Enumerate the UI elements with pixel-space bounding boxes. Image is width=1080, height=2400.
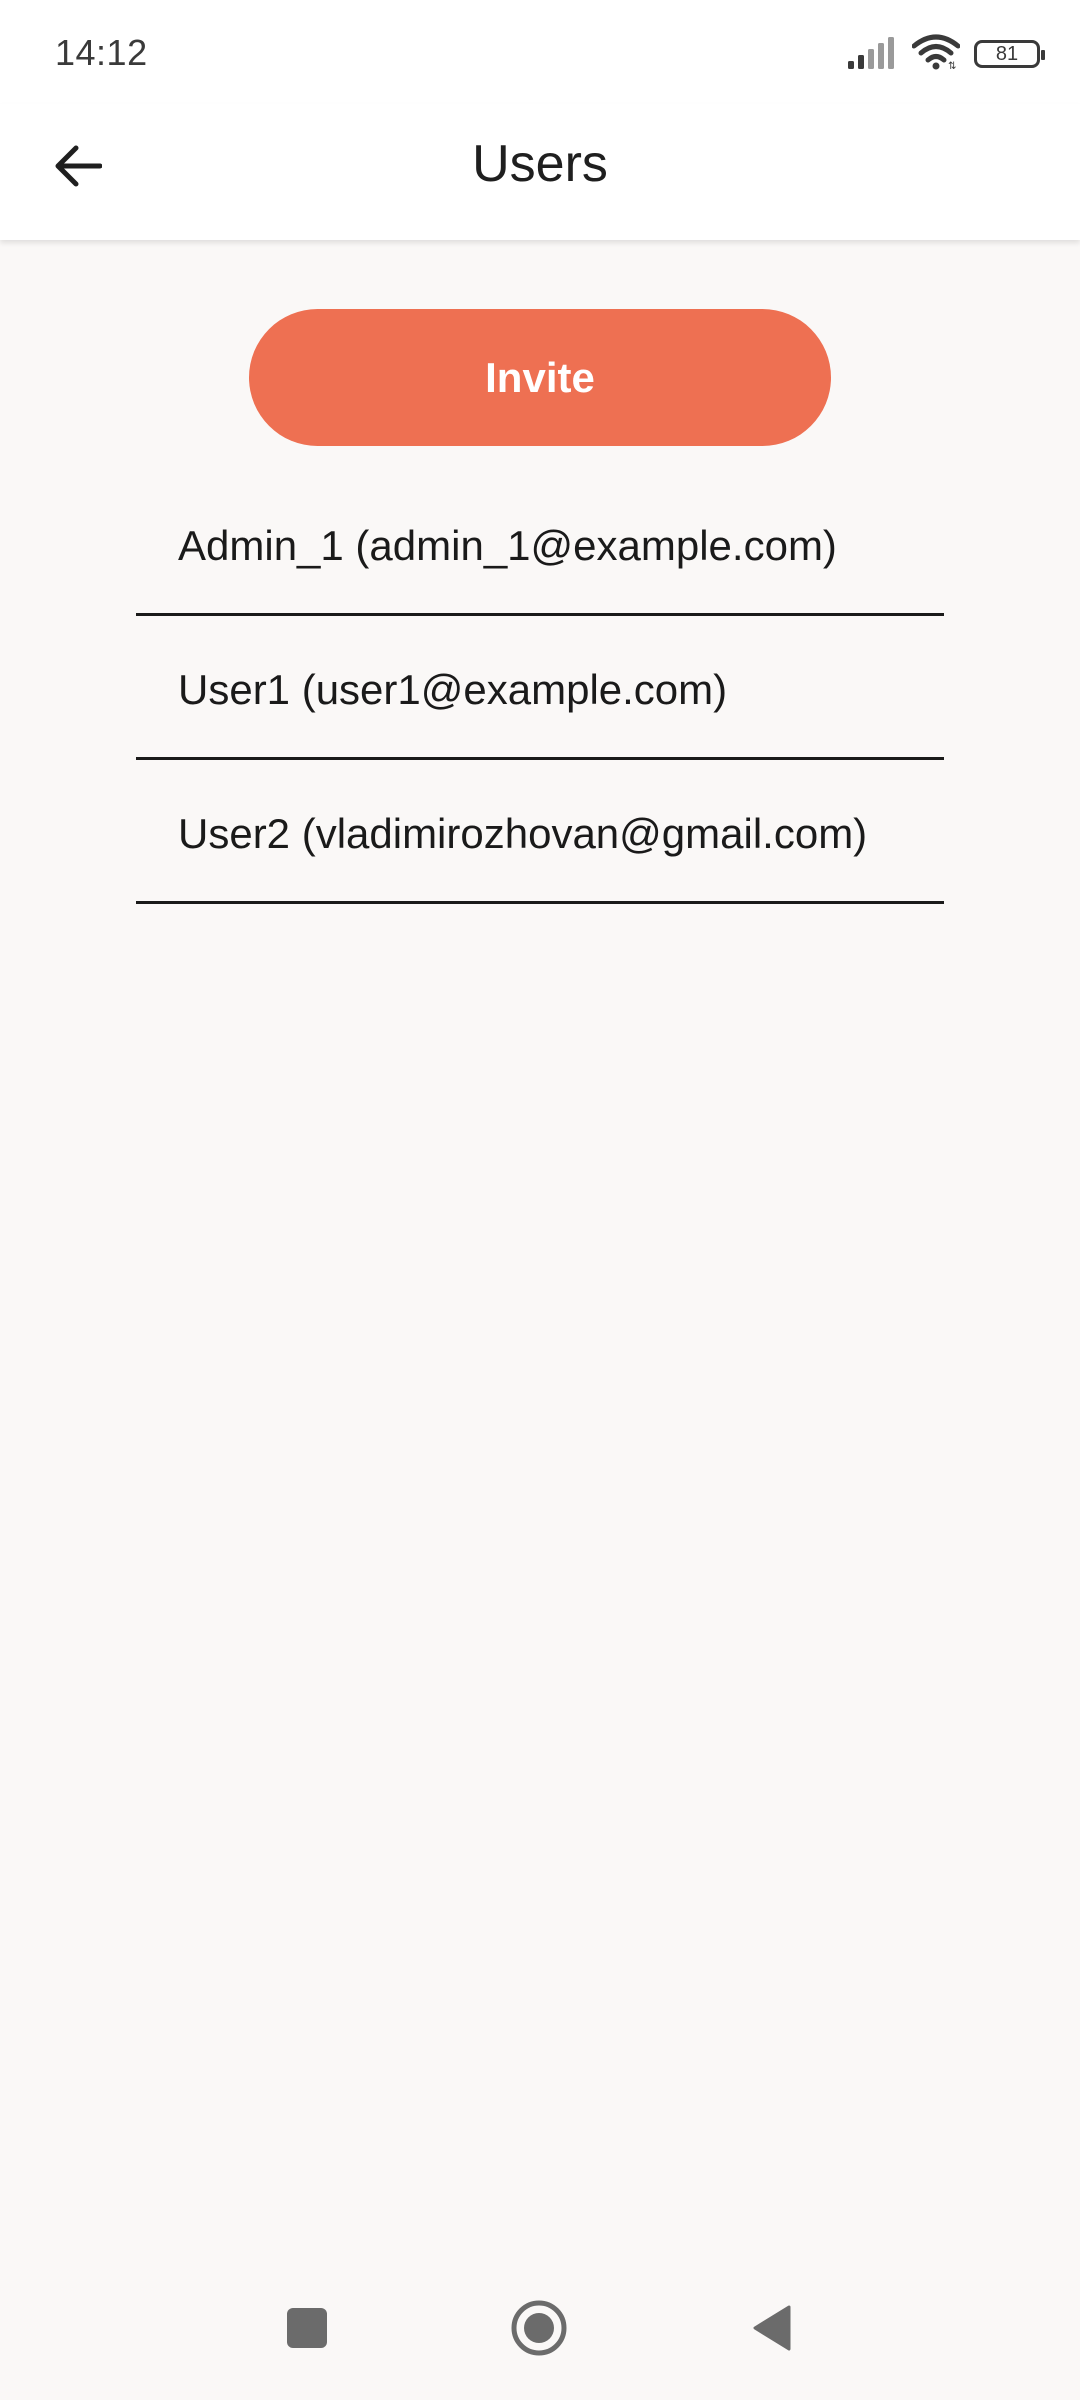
home-circle-icon bbox=[510, 2299, 568, 2362]
home-button[interactable] bbox=[489, 2270, 589, 2390]
battery-level: 81 bbox=[995, 42, 1019, 65]
user-label: Admin_1 (admin_1@example.com) bbox=[178, 522, 837, 569]
page-title: Users bbox=[472, 135, 608, 193]
battery-icon: 81 bbox=[974, 40, 1045, 68]
recents-square-icon bbox=[287, 2307, 327, 2353]
user-list-item[interactable]: Admin_1 (admin_1@example.com) bbox=[136, 472, 944, 616]
svg-text:⇅: ⇅ bbox=[948, 61, 956, 70]
wifi-icon: ⇅ bbox=[911, 34, 961, 75]
user-list: Admin_1 (admin_1@example.com) User1 (use… bbox=[136, 472, 944, 904]
user-list-item[interactable]: User2 (vladimirozhovan@gmail.com) bbox=[136, 760, 944, 904]
invite-button[interactable]: Invite bbox=[249, 309, 831, 446]
app-bar: Users bbox=[0, 104, 1080, 240]
status-bar: 14:12 ⇅ 81 bbox=[0, 0, 1080, 104]
back-triangle-icon bbox=[751, 2305, 793, 2356]
system-back-button[interactable] bbox=[722, 2270, 822, 2390]
user-label: User1 (user1@example.com) bbox=[178, 666, 728, 713]
user-label: User2 (vladimirozhovan@gmail.com) bbox=[178, 810, 868, 857]
status-time: 14:12 bbox=[55, 32, 148, 73]
signal-icon bbox=[848, 35, 898, 74]
system-nav-bar bbox=[0, 2270, 1080, 2400]
recents-button[interactable] bbox=[257, 2270, 357, 2390]
status-icons: ⇅ 81 bbox=[848, 34, 1045, 75]
user-list-item[interactable]: User1 (user1@example.com) bbox=[136, 616, 944, 760]
